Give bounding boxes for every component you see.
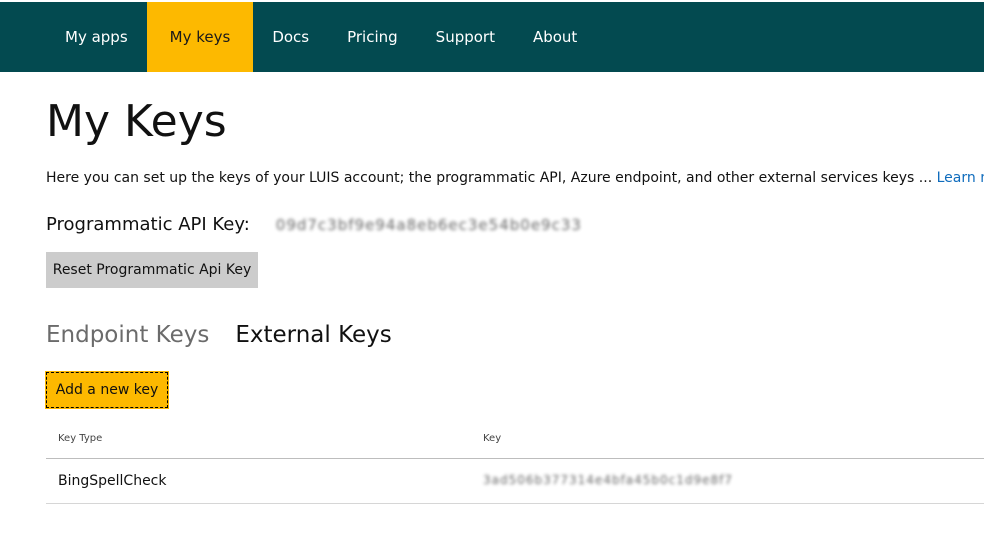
tab-external-keys[interactable]: External Keys	[235, 322, 391, 348]
key-type-cell: BingSpellCheck	[58, 473, 167, 489]
page-title: My Keys	[46, 96, 227, 147]
keys-table: Key Type Key BingSpellCheck 3ad506b37731…	[46, 422, 984, 504]
nav-support[interactable]: Support	[417, 2, 514, 72]
intro-text: Here you can set up the keys of your LUI…	[46, 170, 933, 186]
nav-about[interactable]: About	[514, 2, 596, 72]
main-nav: My apps My keys Docs Pricing Support Abo…	[46, 2, 596, 72]
programmatic-api-key-value: 09d7c3bf9e94a8eb6ec3e54b0e9c33	[275, 215, 582, 234]
nav-pricing[interactable]: Pricing	[328, 2, 417, 72]
column-header-key-type: Key Type	[58, 433, 103, 444]
programmatic-api-key-label: Programmatic API Key:	[46, 214, 250, 235]
intro-paragraph: Here you can set up the keys of your LUI…	[46, 170, 984, 186]
learn-more-link[interactable]: Learn more	[937, 170, 984, 186]
add-new-key-button[interactable]: Add a new key	[45, 371, 169, 409]
key-value-cell: 3ad506b377314e4bfa45b0c1d9e8f7	[483, 473, 734, 487]
programmatic-api-key-row: Programmatic API Key: 09d7c3bf9e94a8eb6e…	[46, 214, 582, 235]
table-row[interactable]: BingSpellCheck 3ad506b377314e4bfa45b0c1d…	[46, 459, 984, 504]
top-navigation-bar: My apps My keys Docs Pricing Support Abo…	[0, 2, 984, 72]
table-header: Key Type Key	[46, 422, 984, 459]
nav-my-apps[interactable]: My apps	[46, 2, 147, 72]
reset-programmatic-key-button[interactable]: Reset Programmatic Api Key	[46, 252, 258, 288]
key-tabs: Endpoint Keys External Keys	[46, 322, 392, 348]
column-header-key: Key	[483, 433, 502, 444]
nav-docs[interactable]: Docs	[253, 2, 328, 72]
nav-my-keys[interactable]: My keys	[146, 2, 254, 72]
tab-endpoint-keys[interactable]: Endpoint Keys	[46, 322, 209, 348]
